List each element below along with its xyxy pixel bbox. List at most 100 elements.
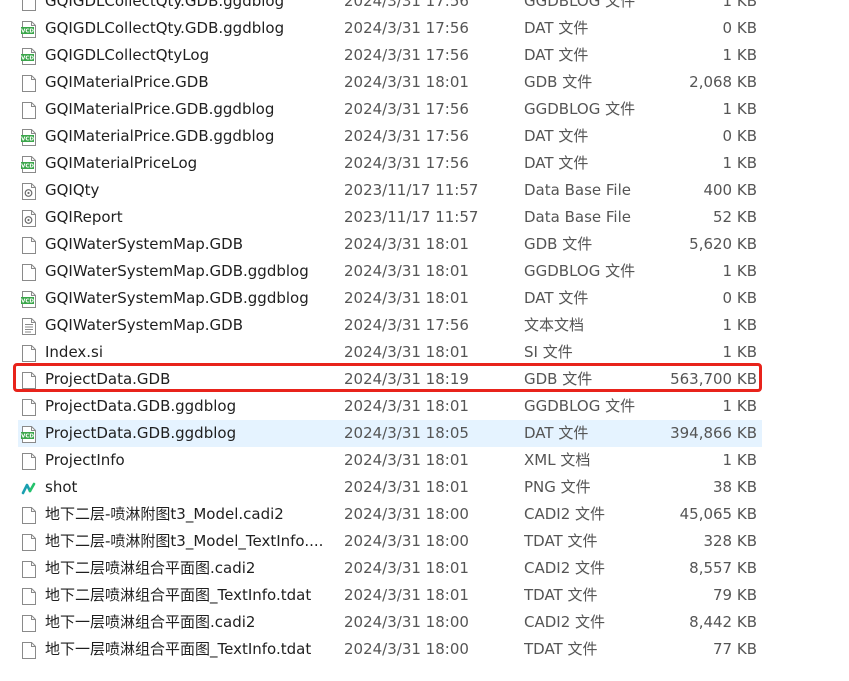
file-name: GQIWaterSystemMap.GDB [45, 235, 244, 253]
file-name: shot [45, 478, 78, 496]
file-date-modified: 2024/3/31 18:01 [344, 262, 469, 280]
svg-text:VCD: VCD [21, 434, 34, 440]
svg-text:VCD: VCD [21, 164, 34, 170]
blank-file-icon [21, 344, 37, 362]
svg-text:VCD: VCD [21, 137, 34, 143]
file-row[interactable]: ProjectData.GDB 2024/3/31 18:19 GDB 文件 563,… [0, 366, 849, 393]
file-size: 0 KB [722, 127, 757, 145]
file-row[interactable]: VCD GQIMaterialPriceLog 2024/3/31 17:56 DAT… [0, 150, 849, 177]
file-row[interactable]: VCD GQIWaterSystemMap.GDB.ggdblog 2024/3/3… [0, 285, 849, 312]
file-date-modified: 2024/3/31 18:19 [344, 370, 469, 388]
file-row[interactable]: 地下二层喷淋组合平面图.cadi2 2024/3/31 18:01 CADI2 文件… [0, 555, 849, 582]
file-size: 1 KB [722, 0, 757, 10]
file-date-modified: 2024/3/31 17:56 [344, 46, 469, 64]
file-row[interactable]: 地下一层喷淋组合平面图.cadi2 2024/3/31 18:00 CADI2 文件… [0, 609, 849, 636]
file-row[interactable]: GQIMaterialPrice.GDB.ggdblog 2024/3/31 17… [0, 96, 849, 123]
file-row[interactable]: Index.si 2024/3/31 18:01 SI 文件 1 KB [0, 339, 849, 366]
file-size: 394,866 KB [670, 424, 757, 442]
file-name: GQIWaterSystemMap.GDB.ggdblog [45, 289, 309, 307]
database-file-icon [21, 209, 37, 227]
file-row[interactable]: ProjectData.GDB.ggdblog 2024/3/31 18:01 GG… [0, 393, 849, 420]
file-name: GQIGDLCollectQtyLog [45, 46, 210, 64]
blank-file-icon [21, 587, 37, 605]
file-size: 1 KB [722, 46, 757, 64]
file-row[interactable]: VCD GQIMaterialPrice.GDB.ggdblog 2024/3/31… [0, 123, 849, 150]
file-date-modified: 2024/3/31 17:56 [344, 316, 469, 334]
file-list: GQIGDLCollectQty.GDB.ggdblog 2024/3/31 17… [0, 0, 849, 663]
file-row[interactable]: 地下二层-喷淋附图t3_Model_TextInfo.... 2024/3/31 … [0, 528, 849, 555]
file-date-modified: 2024/3/31 18:01 [344, 586, 469, 604]
file-name: 地下二层喷淋组合平面图_TextInfo.tdat [45, 586, 312, 604]
blank-file-icon [21, 74, 37, 92]
file-row[interactable]: 地下一层喷淋组合平面图_TextInfo.tdat 2024/3/31 18:00… [0, 636, 849, 663]
file-row[interactable]: VCD GQIGDLCollectQty.GDB.ggdblog 2024/3/31… [0, 15, 849, 42]
file-size: 5,620 KB [689, 235, 757, 253]
file-name: 地下二层-喷淋附图t3_Model_TextInfo.... [45, 532, 324, 550]
file-name: Index.si [45, 343, 104, 361]
file-row[interactable]: GQIQty 2023/11/17 11:57 Data Base File 400 … [0, 177, 849, 204]
file-date-modified: 2024/3/31 18:01 [344, 289, 469, 307]
file-size: 563,700 KB [670, 370, 757, 388]
file-size: 77 KB [713, 640, 757, 658]
file-name: GQIGDLCollectQty.GDB.ggdblog [45, 19, 285, 37]
text-file-icon [21, 317, 37, 335]
file-date-modified: 2024/3/31 17:56 [344, 127, 469, 145]
file-name: ProjectData.GDB [45, 370, 171, 388]
file-size: 79 KB [713, 586, 757, 604]
file-size: 2,068 KB [689, 73, 757, 91]
file-size: 1 KB [722, 154, 757, 172]
file-date-modified: 2024/3/31 18:00 [344, 532, 469, 550]
file-row[interactable]: GQIWaterSystemMap.GDB 2024/3/31 18:01 GDB … [0, 231, 849, 258]
vcd-file-icon: VCD [21, 155, 37, 173]
file-row[interactable]: VCD ProjectData.GDB.ggdblog 2024/3/31 18:0… [18, 420, 762, 447]
file-name: GQIReport [45, 208, 123, 226]
file-row[interactable]: 地下二层-喷淋附图t3_Model.cadi2 2024/3/31 18:00 CA… [0, 501, 849, 528]
blank-file-icon [21, 263, 37, 281]
svg-text:VCD: VCD [21, 29, 34, 35]
blank-file-icon [21, 236, 37, 254]
vcd-file-icon: VCD [21, 425, 37, 443]
file-name: 地下二层-喷淋附图t3_Model.cadi2 [45, 505, 284, 523]
file-name: GQIMaterialPrice.GDB [45, 73, 209, 91]
file-size: 1 KB [722, 262, 757, 280]
file-date-modified: 2024/3/31 18:01 [344, 235, 469, 253]
blank-file-icon [21, 506, 37, 524]
file-date-modified: 2024/3/31 17:56 [344, 154, 469, 172]
file-row[interactable]: GQIWaterSystemMap.GDB 2024/3/31 17:56 文本文档… [0, 312, 849, 339]
file-size: 8,557 KB [689, 559, 757, 577]
file-row[interactable]: GQIWaterSystemMap.GDB.ggdblog 2024/3/31 1… [0, 258, 849, 285]
file-name: ProjectData.GDB.ggdblog [45, 397, 237, 415]
vcd-file-icon: VCD [21, 20, 37, 38]
file-size: 52 KB [713, 208, 757, 226]
file-row[interactable]: shot 2024/3/31 18:01 PNG 文件 38 KB [0, 474, 849, 501]
file-name: 地下一层喷淋组合平面图.cadi2 [45, 613, 256, 631]
file-date-modified: 2024/3/31 17:56 [344, 19, 469, 37]
file-date-modified: 2024/3/31 18:01 [344, 451, 469, 469]
blank-file-icon [21, 101, 37, 119]
file-row[interactable]: GQIGDLCollectQty.GDB.ggdblog 2024/3/31 17… [0, 0, 849, 15]
file-date-modified: 2024/3/31 18:00 [344, 640, 469, 658]
image-file-icon [21, 479, 37, 496]
file-row[interactable]: ProjectInfo 2024/3/31 18:01 XML 文档 1 KB [0, 447, 849, 474]
file-date-modified: 2024/3/31 18:01 [344, 397, 469, 415]
file-row[interactable]: VCD GQIGDLCollectQtyLog 2024/3/31 17:56 DAT… [0, 42, 849, 69]
file-size: 400 KB [703, 181, 757, 199]
file-date-modified: 2024/3/31 18:01 [344, 478, 469, 496]
file-name: GQIQty [45, 181, 100, 199]
database-file-icon [21, 182, 37, 200]
file-date-modified: 2023/11/17 11:57 [344, 181, 479, 199]
file-date-modified: 2024/3/31 18:01 [344, 343, 469, 361]
file-name: 地下二层喷淋组合平面图.cadi2 [45, 559, 256, 577]
file-name: GQIWaterSystemMap.GDB [45, 316, 244, 334]
file-row[interactable]: GQIReport 2023/11/17 11:57 Data Base File 5… [0, 204, 849, 231]
blank-file-icon [21, 533, 37, 551]
file-name: GQIMaterialPrice.GDB.ggdblog [45, 127, 275, 145]
file-date-modified: 2024/3/31 18:00 [344, 505, 469, 523]
file-name: GQIMaterialPrice.GDB.ggdblog [45, 100, 275, 118]
file-date-modified: 2024/3/31 18:01 [344, 559, 469, 577]
file-row[interactable]: GQIMaterialPrice.GDB 2024/3/31 18:01 GDB 文… [0, 69, 849, 96]
file-row[interactable]: 地下二层喷淋组合平面图_TextInfo.tdat 2024/3/31 18:01… [0, 582, 849, 609]
file-date-modified: 2023/11/17 11:57 [344, 208, 479, 226]
file-size: 1 KB [722, 316, 757, 334]
file-name: GQIGDLCollectQty.GDB.ggdblog [45, 0, 285, 10]
